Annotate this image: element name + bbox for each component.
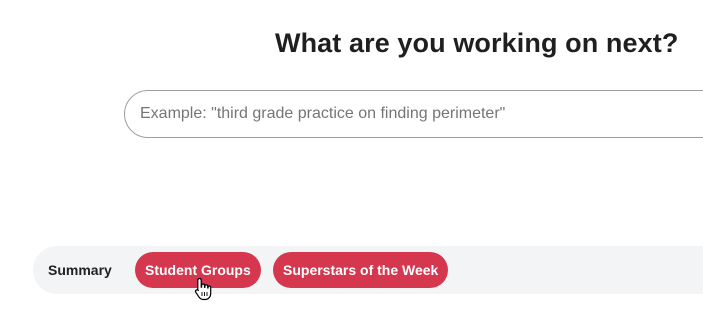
search-box[interactable] bbox=[124, 90, 703, 138]
tab-bar: Summary Student Groups Superstars of the… bbox=[33, 246, 703, 294]
tab-summary[interactable]: Summary bbox=[48, 252, 112, 288]
page: What are you working on next? Summary St… bbox=[0, 0, 703, 321]
page-title: What are you working on next? bbox=[275, 28, 679, 58]
tab-superstars-of-the-week[interactable]: Superstars of the Week bbox=[273, 252, 449, 288]
hand-pointer-icon bbox=[194, 277, 212, 301]
search-input[interactable] bbox=[140, 91, 703, 137]
